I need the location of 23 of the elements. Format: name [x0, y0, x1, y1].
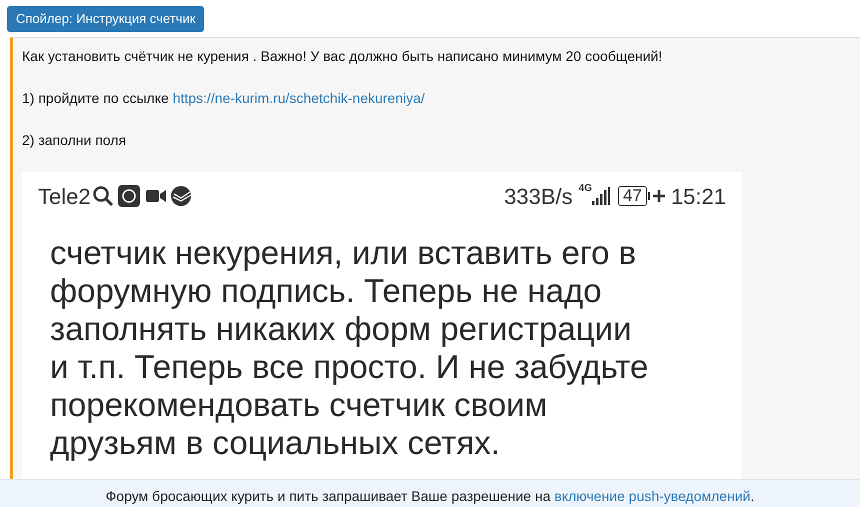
push-link[interactable]: включение push-уведомлений — [554, 488, 750, 504]
carrier-name: Tele2 — [38, 182, 91, 210]
signal-icon — [592, 187, 610, 205]
spoiler-button[interactable]: Спойлер: Инструкция счетчик — [7, 6, 204, 32]
video-camera-icon — [146, 189, 166, 203]
network-type: 4G — [578, 184, 592, 194]
text-line: друзьям в социальных сетях. — [50, 424, 501, 462]
search-icon — [92, 185, 114, 207]
app-icon — [118, 185, 140, 207]
paragraph: Как установить счётчик не курения . Важно! У вас должно быть написано минимум 20 сообщений! — [22, 47, 664, 66]
notice-text: Форум бросающих курить и пить запрашивает Ваше разрешение на включение push-уведомлений. — [106, 487, 754, 505]
text-line: форумную подпись. Теперь не надо — [50, 272, 603, 310]
text-line: и т.п. Теперь все просто. И не забудьте — [50, 348, 650, 386]
network-speed: 333B/s — [504, 182, 573, 210]
link[interactable]: https://ne-kurim.ru/schetchik-nekureniya/ — [172, 90, 425, 106]
battery-indicator: 47 — [618, 186, 647, 206]
clock-time: 15:21 — [670, 182, 726, 210]
text-line: счетчик некурения, или вставить его в — [50, 234, 638, 272]
text-line: порекомендовать счетчик своим — [50, 386, 548, 424]
charging-icon — [648, 189, 666, 203]
text-line: заполнять никаких форм регистрации — [50, 310, 632, 348]
paragraph: 1) пройдите по ссылке https://ne-kurim.ru/schetchik-nekureniya/ — [22, 89, 426, 108]
paragraph: 2) заполни поля — [22, 131, 128, 150]
